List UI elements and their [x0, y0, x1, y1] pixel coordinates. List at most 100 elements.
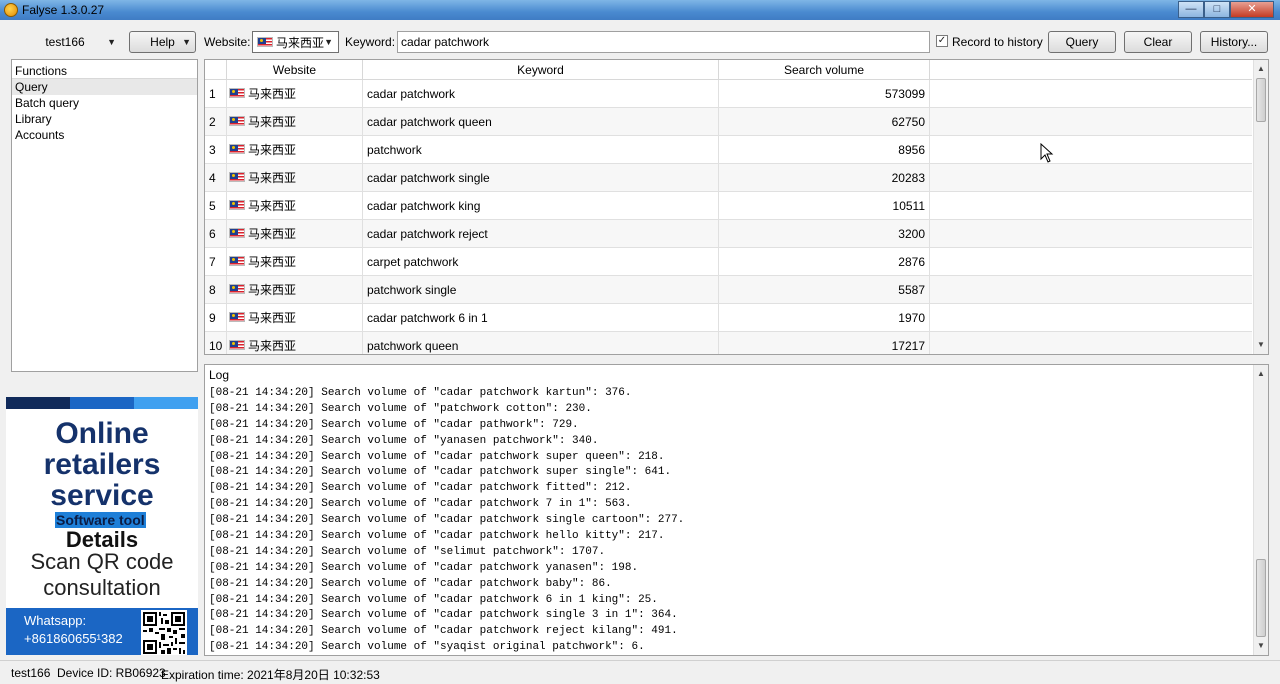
table-body: 1 马来西亚 cadar patchwork 573099 2 马来西亚 cadar pat… [205, 80, 1252, 354]
history-label: History... [1210, 35, 1258, 49]
column-search-volume[interactable]: Search volume [719, 60, 930, 80]
table-header: Website Keyword Search volume [205, 60, 1252, 80]
query-button[interactable]: Query [1048, 31, 1116, 53]
history-button[interactable]: History... [1200, 31, 1268, 53]
row-keyword: patchwork single [363, 276, 719, 304]
log-header: Log [209, 368, 230, 382]
row-website-name: 马来西亚 [248, 115, 297, 129]
user-dropdown[interactable]: test166 ▼ [10, 31, 120, 53]
app-icon [4, 3, 18, 17]
mouse-cursor-icon [1040, 143, 1054, 163]
ad-line-online: Online [55, 417, 149, 450]
row-website: 马来西亚 [227, 220, 363, 248]
function-item-accounts[interactable]: Accounts [12, 127, 197, 143]
malaysia-flag-icon [229, 88, 245, 98]
keyword-input[interactable] [397, 31, 930, 53]
clear-label: Clear [1143, 35, 1173, 49]
ad-whatsapp-label: Whatsapp: [24, 613, 87, 628]
log-line: [08-21 14:34:20] Search volume of "cadar… [209, 609, 678, 622]
row-search-volume: 2876 [719, 248, 930, 276]
malaysia-flag-icon [229, 312, 245, 322]
record-history-checkbox[interactable]: ✓ [936, 35, 948, 47]
row-website-name: 马来西亚 [248, 311, 297, 325]
row-index: 10 [205, 332, 227, 354]
table-scroll-thumb[interactable] [1256, 78, 1266, 122]
log-line: [08-21 14:34:20] Search volume of "cadar… [209, 577, 612, 590]
results-table: Website Keyword Search volume 1 马来西亚 cadar… [204, 59, 1269, 355]
ad-software-tool: Software tool [55, 512, 146, 528]
minimize-icon[interactable]: — [1178, 1, 1204, 18]
table-scrollbar[interactable]: ▲ ▼ [1253, 60, 1268, 354]
column-website[interactable]: Website [227, 60, 363, 80]
row-filler [930, 108, 1252, 136]
row-website-name: 马来西亚 [248, 339, 297, 353]
scroll-up-icon[interactable]: ▲ [1254, 367, 1268, 381]
table-row[interactable]: 5 马来西亚 cadar patchwork king 10511 [205, 192, 1252, 220]
table-row[interactable]: 10 马来西亚 patchwork queen 17217 [205, 332, 1252, 354]
ad-banner[interactable]: Online retailers service Software tool D… [6, 397, 198, 655]
qr-code-icon [141, 610, 187, 655]
row-index: 1 [205, 80, 227, 108]
log-scroll-thumb[interactable] [1256, 559, 1266, 637]
chevron-down-icon: ▼ [182, 37, 191, 47]
maximize-icon[interactable]: □ [1204, 1, 1230, 18]
function-item-batch-query[interactable]: Batch query [12, 95, 197, 111]
row-keyword: cadar patchwork [363, 80, 719, 108]
clear-button[interactable]: Clear [1124, 31, 1192, 53]
row-website: 马来西亚 [227, 276, 363, 304]
log-line: [08-21 14:34:20] Search volume of "cadar… [209, 482, 632, 495]
table-row[interactable]: 1 马来西亚 cadar patchwork 573099 [205, 80, 1252, 108]
window-controls: — □ ✕ [1178, 1, 1274, 18]
row-index: 8 [205, 276, 227, 304]
log-line: [08-21 14:34:20] Search volume of "cadar… [209, 498, 632, 511]
column-keyword[interactable]: Keyword [363, 60, 719, 80]
function-item-query[interactable]: Query [12, 79, 197, 95]
malaysia-flag-icon [229, 256, 245, 266]
malaysia-flag-icon [229, 172, 245, 182]
close-icon[interactable]: ✕ [1230, 1, 1274, 18]
user-name: test166 [45, 35, 85, 49]
website-select[interactable]: 马来西亚 ▼ [252, 31, 339, 53]
row-index: 6 [205, 220, 227, 248]
help-button[interactable]: Help ▼ [129, 31, 196, 53]
row-search-volume: 20283 [719, 164, 930, 192]
row-keyword: cadar patchwork queen [363, 108, 719, 136]
row-index: 9 [205, 304, 227, 332]
log-line: [08-21 14:34:20] Search volume of "cadar… [209, 625, 678, 638]
log-line: [08-21 14:34:20] Search volume of "cadar… [209, 561, 639, 574]
log-list: [08-21 14:34:20] Search volume of "cadar… [209, 386, 684, 655]
table-row[interactable]: 7 马来西亚 carpet patchwork 2876 [205, 248, 1252, 276]
help-label: Help [150, 35, 175, 49]
malaysia-flag-icon [229, 228, 245, 238]
log-line: [08-21 14:34:20] Search volume of "cadar… [209, 593, 658, 606]
table-row[interactable]: 4 马来西亚 cadar patchwork single 20283 [205, 164, 1252, 192]
row-search-volume: 3200 [719, 220, 930, 248]
function-item-library[interactable]: Library [12, 111, 197, 127]
ad-contact-block: Whatsapp: +861860655¹382 [6, 608, 198, 655]
ad-line-service: service [50, 479, 154, 512]
log-line: [08-21 14:34:20] Search volume of "cadar… [209, 466, 672, 479]
table-row[interactable]: 9 马来西亚 cadar patchwork 6 in 1 1970 [205, 304, 1252, 332]
ad-scan-qr: Scan QR code [30, 549, 174, 574]
status-bar: test166 Device ID: RB06923 Expiration ti… [0, 660, 1280, 684]
toolbar: test166 ▼ Help ▼ Website: 马来西亚 ▼ Keyword… [0, 20, 1280, 58]
scroll-up-icon[interactable]: ▲ [1254, 62, 1268, 76]
row-keyword: cadar patchwork king [363, 192, 719, 220]
log-line: [08-21 14:34:20] Search volume of "cadar… [209, 387, 632, 399]
row-index: 2 [205, 108, 227, 136]
scroll-down-icon[interactable]: ▼ [1254, 639, 1268, 653]
log-line: [08-21 14:34:20] Search volume of "syaqi… [209, 641, 645, 654]
row-filler [930, 304, 1252, 332]
scroll-down-icon[interactable]: ▼ [1254, 338, 1268, 352]
row-keyword: cadar patchwork 6 in 1 [363, 304, 719, 332]
table-row[interactable]: 2 马来西亚 cadar patchwork queen 62750 [205, 108, 1252, 136]
status-expiration: Expiration time: 2021年8月20日 10:32:53 [161, 668, 380, 682]
row-filler [930, 248, 1252, 276]
row-keyword: cadar patchwork reject [363, 220, 719, 248]
log-scrollbar[interactable]: ▲ ▼ [1253, 365, 1268, 655]
table-row[interactable]: 8 马来西亚 patchwork single 5587 [205, 276, 1252, 304]
table-row[interactable]: 3 马来西亚 patchwork 8956 [205, 136, 1252, 164]
table-row[interactable]: 6 马来西亚 cadar patchwork reject 3200 [205, 220, 1252, 248]
row-search-volume: 573099 [719, 80, 930, 108]
row-website: 马来西亚 [227, 164, 363, 192]
